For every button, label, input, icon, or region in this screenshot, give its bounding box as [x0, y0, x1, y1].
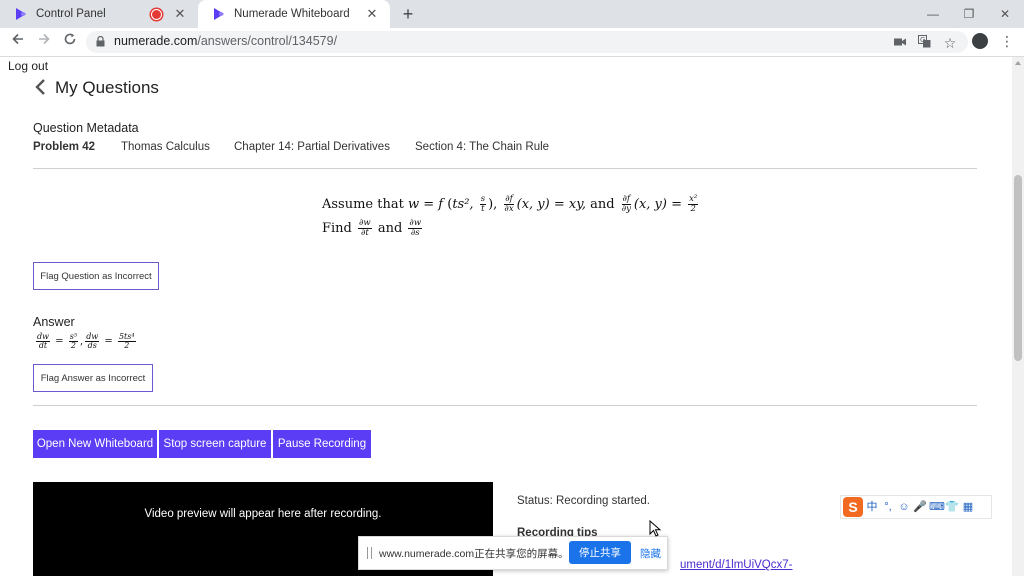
close-tab-icon[interactable]: ✕ — [172, 6, 188, 22]
flag-question-button[interactable]: Flag Question as Incorrect — [33, 262, 159, 290]
emoji-icon[interactable]: ☺ — [897, 499, 911, 515]
fraction-dw-dt: dw dt — [36, 332, 50, 351]
stop-screen-capture-button[interactable]: Stop screen capture — [159, 430, 271, 458]
forward-arrow-icon[interactable] — [34, 32, 54, 52]
recording-indicator-icon — [151, 8, 162, 20]
question-line-1: Assume that w = f (ts², s t), ∂f ∂x (x, y)… — [322, 193, 699, 214]
back-chevron-icon[interactable] — [34, 78, 48, 96]
address-bar[interactable]: numerade.com/answers/control/134579/ G ☆ — [86, 31, 968, 53]
fraction-dw-ds: ∂w ∂s — [408, 217, 423, 238]
ime-toolbar: S 中 °, ☺ 🎤 ⌨ 👕 ▦ — [840, 495, 992, 519]
fraction-df-dy: ∂f ∂y — [621, 193, 632, 214]
section-name: Section 4: The Chain Rule — [415, 141, 550, 153]
restore-button[interactable]: ❐ — [954, 4, 984, 24]
logout-link[interactable]: Log out — [8, 59, 48, 73]
fraction-s-over-t: st — [479, 193, 487, 214]
hide-share-bar-link[interactable]: 隐藏 — [640, 546, 661, 561]
reload-icon[interactable] — [60, 32, 80, 52]
back-arrow-icon[interactable] — [8, 32, 28, 52]
sogou-logo-icon[interactable]: S — [843, 497, 863, 517]
star-icon[interactable]: ☆ — [942, 35, 958, 51]
close-window-button[interactable]: ✕ — [990, 4, 1020, 24]
numerade-logo-icon — [214, 8, 224, 20]
chinese-mode-icon[interactable]: 中 — [865, 499, 879, 515]
minimize-button[interactable]: — — [918, 4, 948, 24]
punctuation-icon[interactable]: °, — [881, 499, 895, 515]
recording-status: Status: Recording started. — [517, 495, 650, 507]
fraction-x2-over-2: x² 2 — [688, 193, 699, 214]
pause-recording-button[interactable]: Pause Recording — [273, 430, 371, 458]
profile-avatar-icon[interactable] — [972, 33, 988, 49]
question-text: Assume that w = f (ts², s t), ∂f ∂x (x, y)… — [322, 192, 700, 240]
browser-menu-icon[interactable]: ⋮ — [1000, 32, 1014, 50]
tab-title: Control Panel — [36, 8, 106, 20]
answer-math: dw dt = s⁵ 2 , dw ds = 5ts⁴ 2 — [36, 332, 136, 351]
problem-number: Problem 42 — [33, 141, 95, 153]
microphone-icon[interactable]: 🎤 — [913, 499, 927, 515]
video-preview-message: Video preview will appear here after rec… — [144, 508, 382, 520]
tab-numerade-whiteboard[interactable]: Numerade Whiteboard ✕ — [198, 0, 390, 28]
divider — [33, 405, 977, 406]
numerade-logo-icon — [16, 8, 26, 20]
divider — [33, 168, 977, 169]
open-whiteboard-button[interactable]: Open New Whiteboard — [33, 430, 157, 458]
close-tab-icon[interactable]: ✕ — [364, 6, 380, 22]
fraction-dw-ds: dw ds — [85, 332, 100, 351]
mouse-cursor-icon — [649, 520, 661, 537]
camera-icon[interactable] — [892, 35, 908, 51]
url-text: numerade.com/answers/control/134579/ — [114, 34, 338, 48]
fraction-5ts4-over-2: 5ts⁴ 2 — [117, 332, 136, 351]
fraction-dw-dt: ∂w ∂t — [358, 217, 372, 238]
browser-toolbar: numerade.com/answers/control/134579/ G ☆ — [0, 28, 1024, 57]
tab-strip: Control Panel ✕ Numerade Whiteboard ✕ + … — [0, 0, 1024, 28]
screen-share-bar: www.numerade.com正在共享您的屏幕。 停止共享 隐藏 — [358, 536, 668, 570]
new-tab-button[interactable]: + — [398, 4, 418, 24]
fraction-df-dx: ∂f ∂x — [504, 193, 514, 214]
tab-title: Numerade Whiteboard — [234, 8, 350, 20]
keyboard-icon[interactable]: ⌨ — [929, 499, 945, 515]
translate-icon[interactable]: G — [916, 35, 932, 51]
page-title: My Questions — [55, 78, 159, 97]
flag-answer-button[interactable]: Flag Answer as Incorrect — [33, 364, 153, 392]
skin-icon[interactable]: 👕 — [945, 499, 959, 515]
lock-icon — [96, 36, 105, 47]
chapter-name: Chapter 14: Partial Derivatives — [234, 141, 390, 153]
answer-heading: Answer — [33, 315, 75, 329]
book-name: Thomas Calculus — [121, 141, 210, 153]
drag-handle-icon[interactable] — [367, 547, 372, 559]
fraction-s5-over-2: s⁵ 2 — [68, 332, 79, 351]
page-scrollbar[interactable] — [1012, 57, 1024, 576]
share-message: www.numerade.com正在共享您的屏幕。 — [379, 548, 569, 560]
tab-control-panel[interactable]: Control Panel ✕ — [0, 0, 198, 28]
toolbox-icon[interactable]: ▦ — [961, 499, 975, 515]
recording-tips-link[interactable]: ument/d/1lmUiVQcx7- — [680, 559, 792, 571]
scroll-up-icon[interactable] — [1015, 61, 1021, 65]
scrollbar-thumb[interactable] — [1014, 175, 1022, 361]
stop-sharing-button[interactable]: 停止共享 — [569, 541, 631, 564]
question-line-2: Find ∂w ∂t and ∂w ∂s — [322, 217, 423, 238]
metadata-heading: Question Metadata — [33, 121, 139, 135]
